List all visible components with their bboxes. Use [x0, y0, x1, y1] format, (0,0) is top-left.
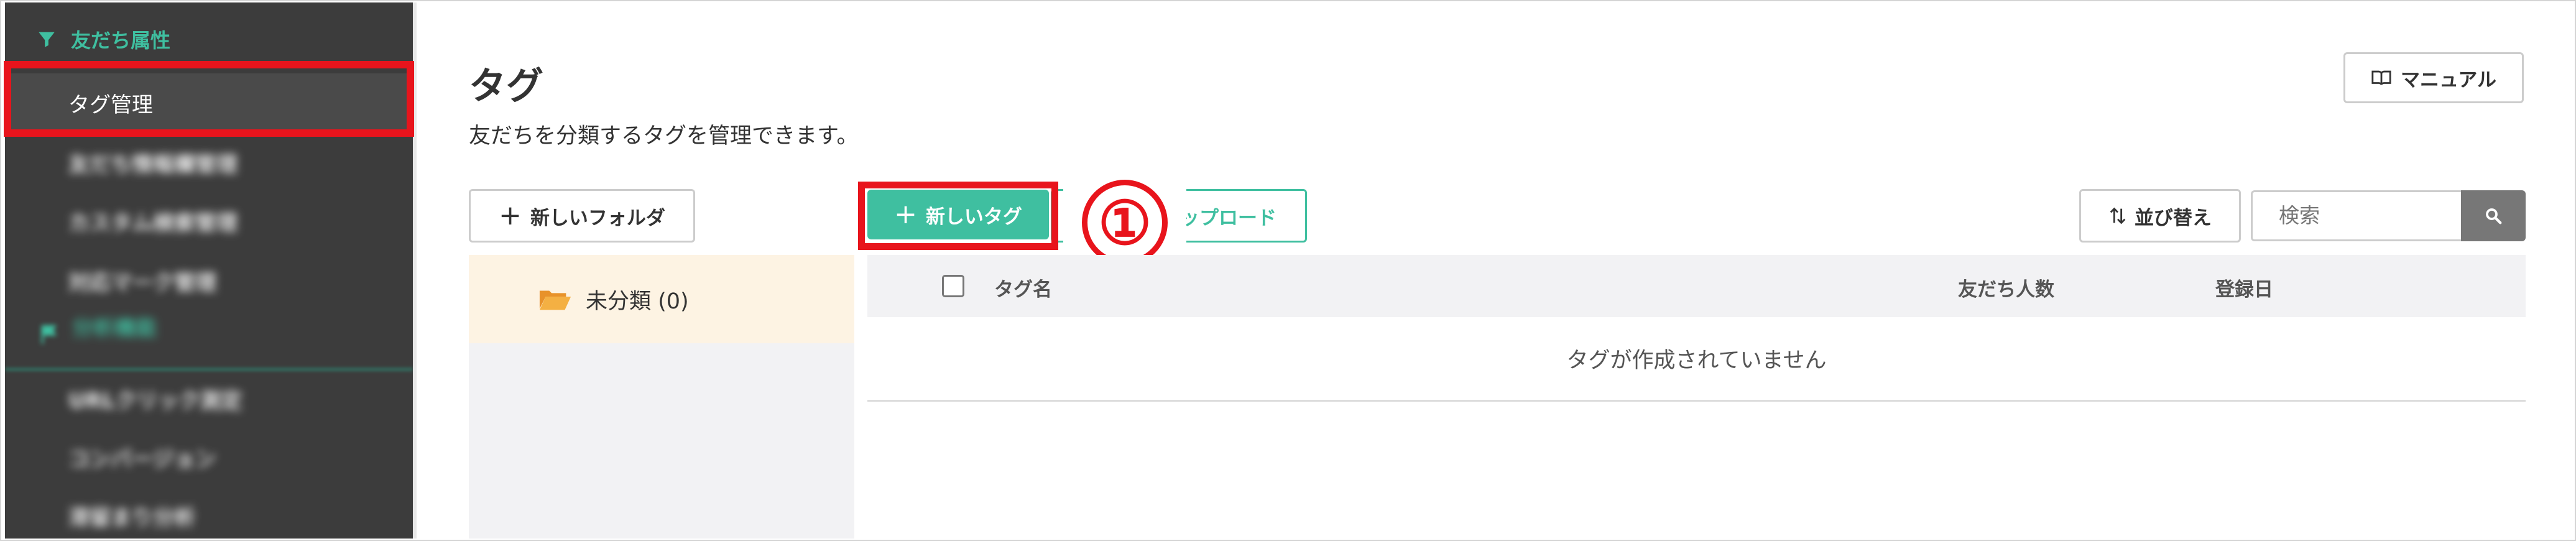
folder-item-uncategorized[interactable]: 未分類 (0) — [469, 255, 854, 343]
column-header-registered-date[interactable]: 登録日 — [2215, 274, 2273, 302]
sort-icon — [2110, 207, 2126, 224]
sidebar-item-url-click[interactable]: URLクリック測定 — [5, 369, 413, 428]
new-folder-button[interactable]: + 新しいフォルダ — [469, 189, 695, 243]
sidebar-item-custom-search[interactable]: カスタム検索管理 — [5, 192, 413, 250]
sidebar-item-label: タグ管理 — [68, 92, 153, 118]
sidebar: 友だち属性 タグ管理 友だち情報欄管理 カスタム検索管理 対応マーク管理 分析機… — [5, 2, 413, 539]
sidebar-item-retention[interactable]: 滞留まり分析 — [5, 486, 413, 539]
plus-icon: + — [499, 200, 522, 231]
step-number: ① — [1082, 180, 1168, 266]
manual-button-label: マニュアル — [2400, 68, 2497, 91]
sidebar-section-friend-attributes: 友だち属性 — [36, 25, 170, 53]
search-input[interactable] — [2251, 190, 2462, 241]
sidebar-item-response-mark[interactable]: 対応マーク管理 — [5, 251, 413, 310]
sidebar-item-label: 対応マーク管理 — [68, 270, 216, 295]
sidebar-edge — [413, 2, 417, 539]
search-icon — [2486, 208, 2502, 224]
search-button[interactable] — [2461, 190, 2526, 241]
sort-button[interactable]: 並び替え — [2079, 189, 2241, 243]
folder-open-icon — [539, 290, 571, 310]
folder-label: 未分類 (0) — [586, 289, 689, 314]
csv-upload-label: ップロード — [1180, 206, 1276, 229]
sidebar-section-title: 分析機能 — [72, 315, 157, 341]
filter-icon — [39, 32, 55, 47]
sidebar-item-label: 滞留まり分析 — [68, 505, 195, 530]
page-title: タグ — [469, 65, 543, 108]
sidebar-item-label: カスタム検索管理 — [68, 210, 238, 236]
sidebar-section-title: 友だち属性 — [71, 29, 171, 52]
sidebar-item-tag-management[interactable]: タグ管理 — [5, 73, 413, 132]
sidebar-item-label: コンバージョン — [68, 446, 216, 472]
new-folder-label: 新しいフォルダ — [530, 206, 665, 229]
sidebar-section-analytics: 分析機能 — [5, 307, 413, 344]
sidebar-item-label: URLクリック測定 — [68, 388, 242, 414]
column-header-tag-name[interactable]: タグ名 — [994, 274, 1052, 302]
sidebar-item-conversion[interactable]: コンバージョン — [5, 428, 413, 486]
sort-label: 並び替え — [2135, 206, 2212, 229]
page-description: 友だちを分類するタグを管理できます。 — [469, 124, 859, 149]
tag-table-header: タグ名 友だち人数 登録日 — [867, 255, 2526, 317]
manual-button[interactable]: マニュアル — [2343, 52, 2524, 103]
book-icon — [2371, 70, 2391, 85]
highlight-frame-new-tag — [858, 182, 1058, 250]
sidebar-item-friend-info[interactable]: 友だち情報欄管理 — [5, 133, 413, 192]
select-all-checkbox[interactable] — [942, 275, 964, 297]
sidebar-item-label: 友だち情報欄管理 — [68, 152, 238, 177]
column-header-friend-count[interactable]: 友だち人数 — [1958, 274, 2054, 302]
folder-panel: 未分類 (0) — [469, 255, 854, 539]
empty-table-message: タグが作成されていません — [867, 317, 2526, 402]
